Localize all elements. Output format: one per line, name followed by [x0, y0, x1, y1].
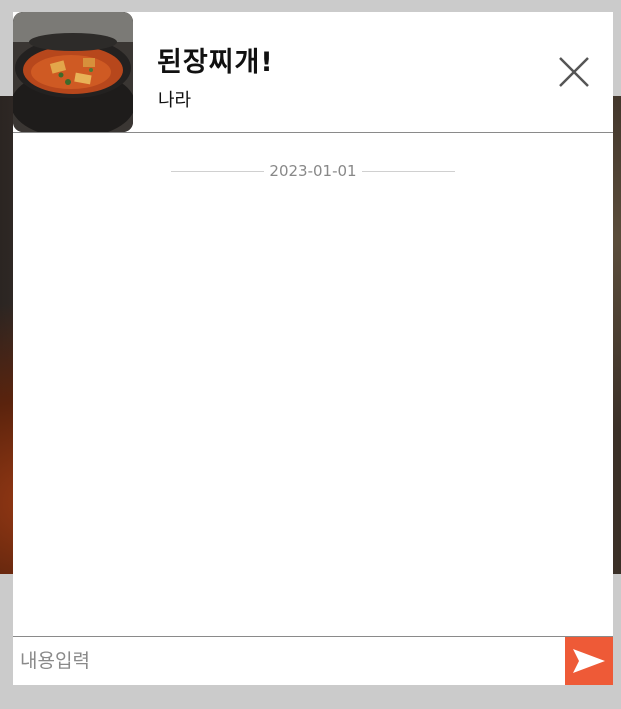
- date-separator-line-right: [361, 170, 455, 172]
- date-separator: 2023-01-01: [171, 161, 455, 181]
- date-label: 2023-01-01: [269, 162, 357, 180]
- chatroom-title: 된장찌개!: [157, 47, 274, 78]
- message-composer: [13, 636, 613, 686]
- send-button[interactable]: [565, 637, 613, 685]
- date-separator-line-left: [171, 170, 265, 172]
- stew-thumbnail-image: [13, 12, 133, 132]
- message-input[interactable]: [13, 637, 565, 685]
- chat-modal: 된장찌개! 나라 2023-01-01: [13, 12, 613, 685]
- send-icon: [573, 649, 605, 673]
- chat-header: 된장찌개! 나라: [13, 12, 613, 133]
- chatroom-subtitle: 나라: [158, 90, 192, 111]
- close-icon: [559, 57, 589, 87]
- message-list[interactable]: 2023-01-01: [13, 133, 613, 636]
- close-button[interactable]: [559, 57, 589, 87]
